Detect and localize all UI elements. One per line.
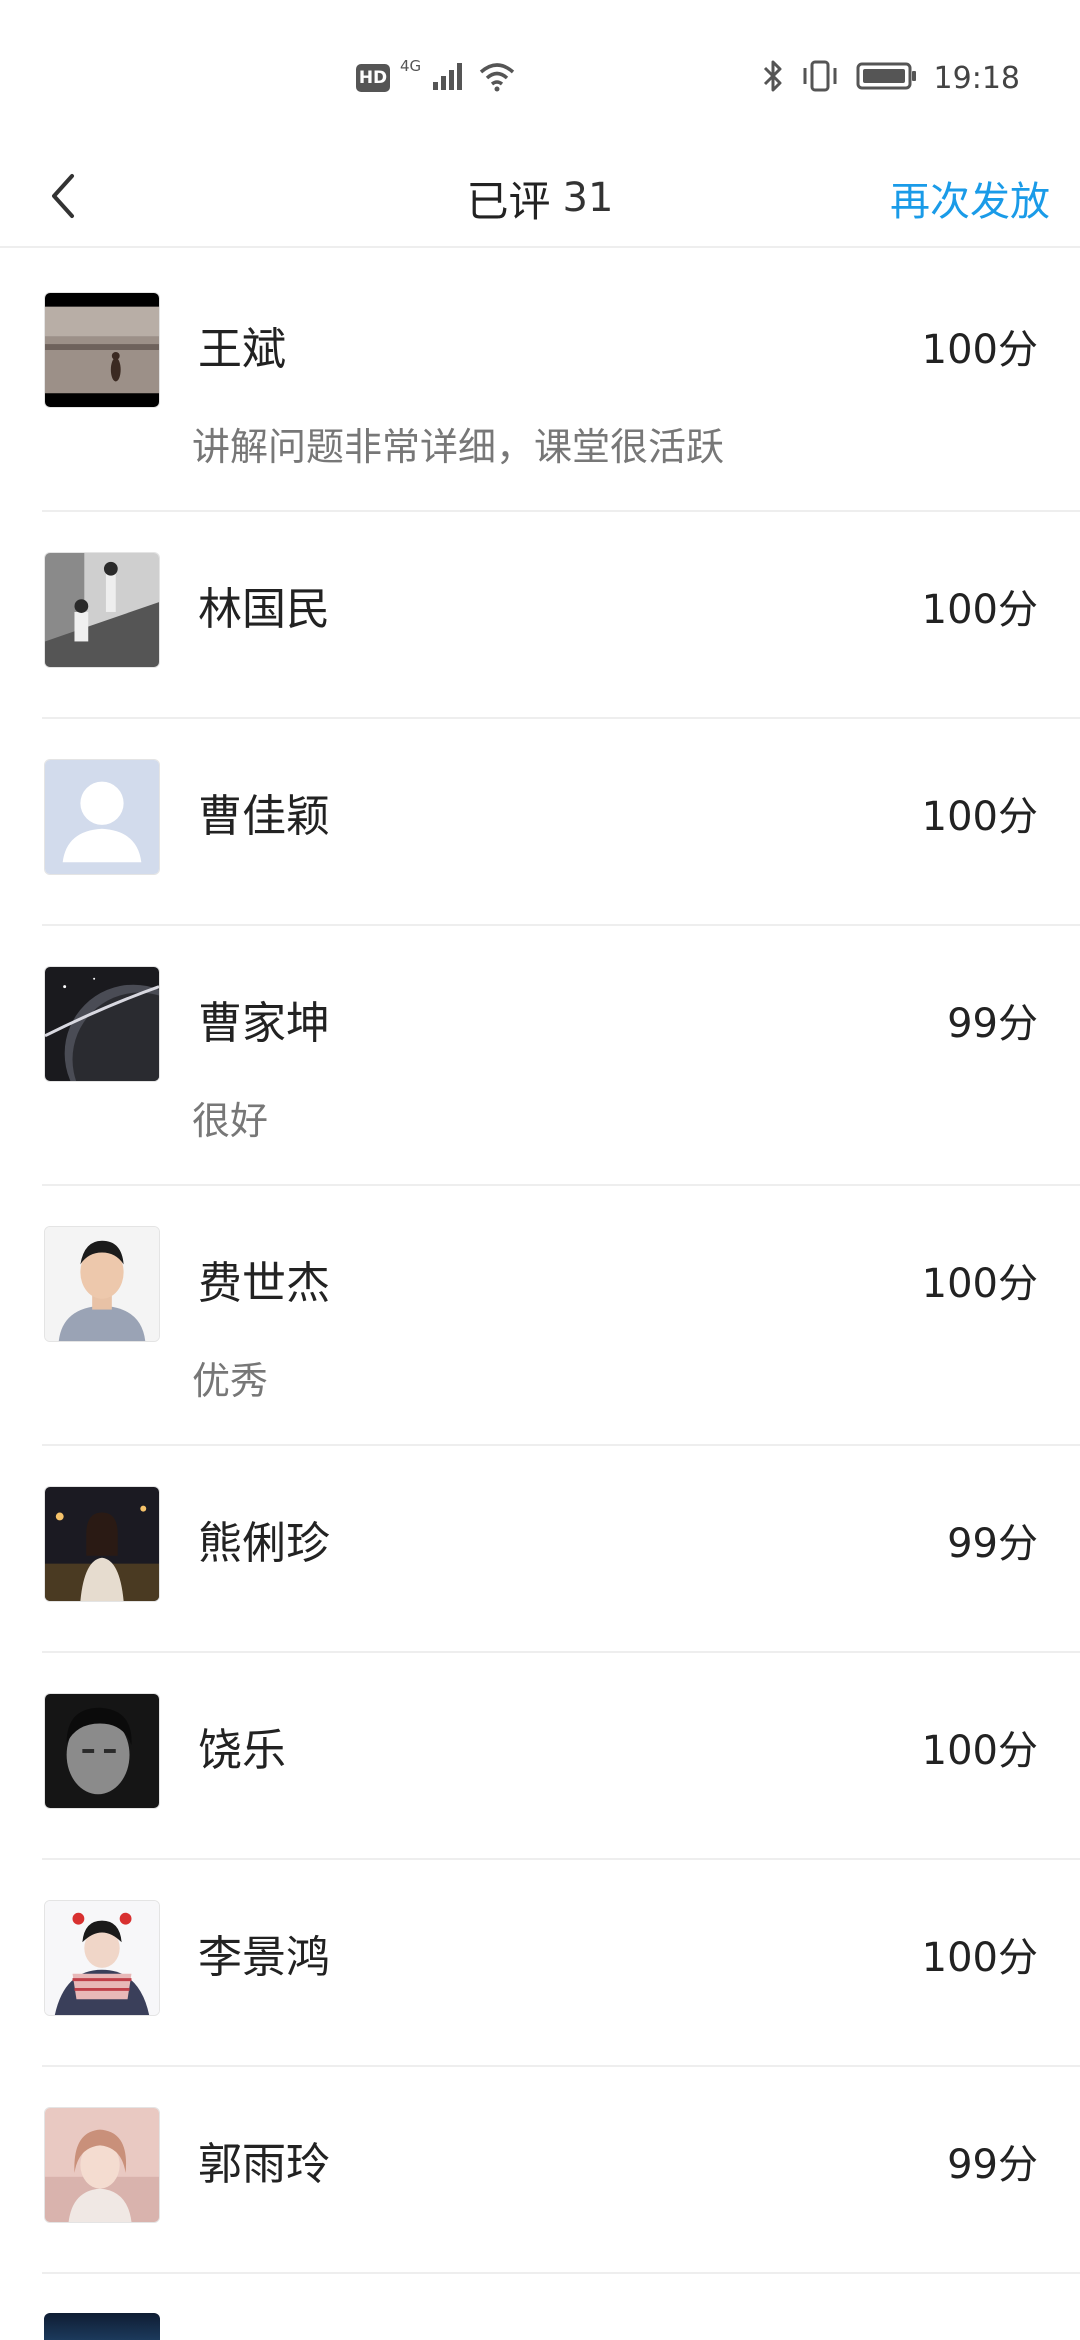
bluetooth-icon: [762, 58, 784, 98]
avatar: [44, 1693, 160, 1809]
avatar: [44, 2107, 160, 2223]
student-name: 李景鸿: [198, 1932, 330, 1983]
student-name: 饶乐: [198, 1725, 286, 1776]
reissue-button[interactable]: 再次发放: [890, 150, 1050, 246]
student-name: 王斌: [198, 324, 286, 375]
nav-bar: 已评 31 再次发放: [0, 150, 1080, 248]
avatar: [44, 292, 160, 408]
student-score: 100分: [921, 1728, 1038, 1774]
page-title-label: 已评: [466, 176, 551, 226]
list-item[interactable]: 曹佳颖 100分: [42, 719, 1080, 926]
hd-icon: HD: [356, 64, 390, 92]
student-comment: 很好: [192, 1099, 269, 1143]
status-left: HD 4G: [356, 56, 517, 100]
avatar: [44, 552, 160, 668]
reviewed-count: 31: [562, 175, 614, 221]
student-score: 100分: [921, 327, 1038, 373]
student-comment: 讲解问题非常详细，课堂很活跃: [192, 425, 725, 469]
list-item[interactable]: 饶乐 100分: [42, 1653, 1080, 1860]
student-comment: 优秀: [192, 1359, 269, 1403]
student-list: 王斌 100分 讲解问题非常详细，课堂很活跃 林国民 100分 曹佳颖 100分 曹家坤 99分…: [0, 252, 1080, 2274]
student-score: 100分: [921, 1261, 1038, 1307]
network-type-label: 4G: [400, 57, 422, 75]
wifi-icon: [477, 60, 517, 96]
list-item[interactable]: 李景鸿 100分: [42, 1860, 1080, 2067]
list-item[interactable]: 林国民 100分: [42, 512, 1080, 719]
avatar: [44, 2313, 160, 2340]
signal-icon: [431, 60, 467, 96]
status-right: 19:18: [762, 56, 1020, 100]
list-item[interactable]: 费世杰 100分优秀: [42, 1186, 1080, 1446]
list-item[interactable]: 王斌 100分讲解问题非常详细，课堂很活跃: [42, 252, 1080, 512]
avatar: [44, 1226, 160, 1342]
avatar: [44, 966, 160, 1082]
student-name: 郭雨玲: [198, 2139, 330, 2190]
list-item[interactable]: 熊俐珍 99分: [42, 1446, 1080, 1653]
student-score: 100分: [921, 794, 1038, 840]
avatar: [44, 1900, 160, 2016]
student-name: 费世杰: [198, 1258, 330, 1309]
status-bar: HD 4G 19:18: [0, 0, 1080, 150]
student-name: 曹佳颖: [198, 791, 330, 842]
student-score: 99分: [947, 2142, 1038, 2188]
student-name: 林国民: [198, 584, 330, 635]
student-name: 熊俐珍: [198, 1518, 330, 1569]
student-score: 100分: [921, 587, 1038, 633]
vibrate-icon: [800, 59, 840, 97]
student-score: 99分: [947, 1521, 1038, 1567]
list-item[interactable]: 曹家坤 99分很好: [42, 926, 1080, 1186]
student-score: 99分: [947, 1001, 1038, 1047]
battery-icon: [856, 61, 918, 95]
default-avatar-icon: [44, 759, 160, 875]
list-item[interactable]: 郭雨玲 99分: [42, 2067, 1080, 2274]
student-score: 100分: [921, 1935, 1038, 1981]
avatar: [44, 1486, 160, 1602]
status-clock: 19:18: [933, 60, 1020, 96]
student-name: 曹家坤: [198, 998, 330, 1049]
